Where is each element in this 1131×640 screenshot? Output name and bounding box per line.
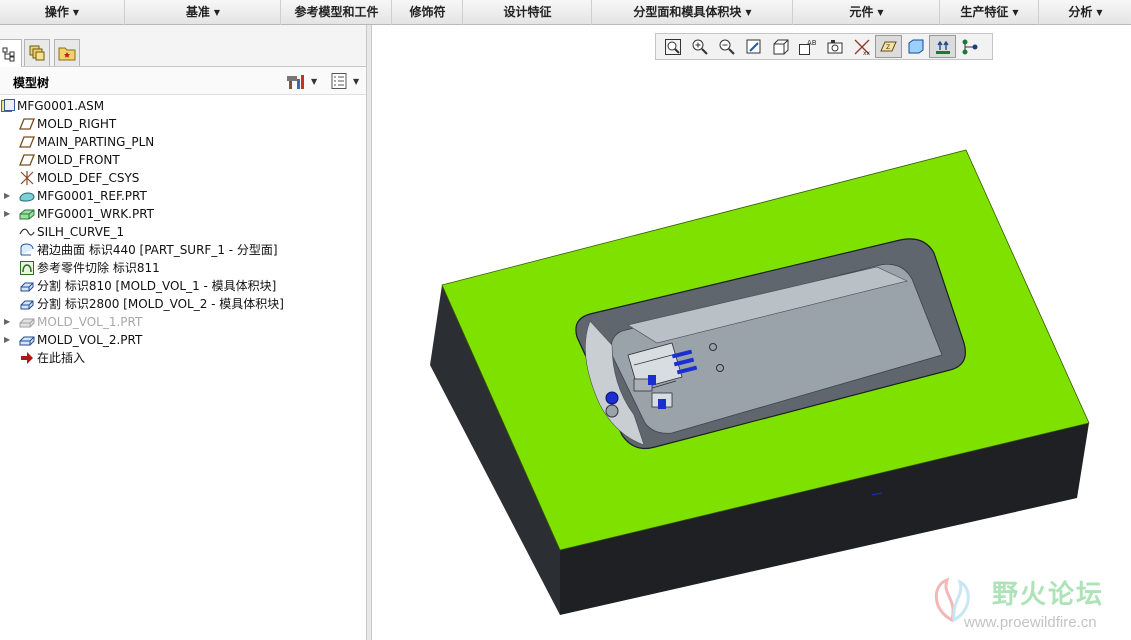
graphics-window[interactable]: AB xx Z 野火论坛 www.proewildfire.cn (372, 25, 1131, 640)
chevron-down-icon: ▼ (1096, 8, 1103, 17)
menu-analysis[interactable]: 分析 ▼ (1040, 0, 1131, 25)
tree-label: 裙边曲面 标识440 [PART_SURF_1 - 分型面] (37, 243, 278, 257)
tree-label: 参考零件切除 标识811 (37, 261, 160, 275)
tree-row-insert-here[interactable]: 在此插入 (0, 349, 366, 367)
menu-parting-surface-label: 分型面和模具体积块 (633, 5, 742, 19)
tree-row-split-2800[interactable]: 分割 标识2800 [MOLD_VOL_2 - 模具体积块] (0, 295, 366, 313)
model-tree-tab[interactable] (0, 39, 22, 67)
tree-label: MFG0001.ASM (17, 99, 105, 113)
tree-label: MOLD_DEF_CSYS (37, 171, 140, 185)
datum-plane-icon (19, 154, 35, 166)
menu-analysis-label: 分析 (1068, 5, 1093, 19)
tree-label: MOLD_VOL_2.PRT (37, 333, 143, 347)
tree-row-ref-part[interactable]: ▶ MFG0001_REF.PRT (0, 187, 366, 205)
tree-label: 在此插入 (37, 351, 86, 365)
hammer-settings-icon (287, 75, 304, 89)
expand-arrow-icon[interactable]: ▶ (4, 331, 12, 349)
tree-row-mold-vol-2[interactable]: ▶ MOLD_VOL_2.PRT (0, 331, 366, 349)
expand-arrow-icon[interactable]: ▶ (4, 187, 12, 205)
insert-here-arrow-icon (21, 352, 33, 364)
navigator-panel: 模型树 ▼ ▼ MFG0001.ASM MOLD_RIGHT MAIN_PART… (0, 25, 368, 640)
tree-row-workpiece[interactable]: ▶ MFG0001_WRK.PRT (0, 205, 366, 223)
tree-label: 分割 标识2800 [MOLD_VOL_2 - 模具体积块] (37, 297, 284, 311)
chevron-down-icon: ▼ (1012, 8, 1019, 17)
ejector-pin (605, 404, 619, 418)
chevron-down-icon: ▼ (311, 76, 318, 86)
layer-tree-tab[interactable] (24, 39, 50, 66)
mold-3d-model[interactable] (372, 25, 1131, 640)
assembly-icon (1, 99, 15, 112)
menu-operations[interactable]: 操作 ▼ (0, 0, 125, 25)
blue-slot (648, 375, 656, 385)
tree-row-mold-vol-1[interactable]: ▶ MOLD_VOL_1.PRT (0, 313, 366, 331)
mold-volume-part-icon (19, 318, 35, 328)
navigator-tabs (0, 25, 368, 67)
skirt-surface-icon (20, 243, 34, 256)
expand-arrow-icon[interactable]: ▶ (4, 205, 12, 223)
chevron-down-icon: ▼ (353, 76, 360, 86)
menu-ref-model-workpiece[interactable]: 参考模型和工件 (282, 0, 392, 25)
favorites-folder-icon (58, 47, 76, 61)
tree-row-silh-curve[interactable]: SILH_CURVE_1 (0, 223, 366, 241)
menu-production-features[interactable]: 生产特征 ▼ (941, 0, 1039, 25)
tree-label: MOLD_RIGHT (37, 117, 117, 131)
layers-icon (29, 45, 45, 61)
tree-row-assembly[interactable]: MFG0001.ASM (0, 97, 366, 115)
split-icon (20, 282, 34, 292)
list-show-icon (331, 73, 347, 89)
datum-plane-icon (19, 118, 35, 130)
menu-datum[interactable]: 基准 ▼ (126, 0, 281, 25)
csys-icon (20, 171, 34, 185)
tree-row-mold-right[interactable]: MOLD_RIGHT (0, 115, 366, 133)
menu-modifiers-label: 修饰符 (409, 5, 446, 19)
chevron-down-icon: ▼ (72, 8, 80, 17)
tree-settings-button[interactable]: ▼ (286, 71, 317, 91)
tree-label: SILH_CURVE_1 (37, 225, 125, 239)
tree-label: MFG0001_WRK.PRT (37, 207, 155, 221)
tree-row-ref-part-cutout[interactable]: 参考零件切除 标识811 (0, 259, 366, 277)
menu-ref-model-workpiece-label: 参考模型和工件 (294, 5, 379, 19)
menu-datum-label: 基准 (185, 5, 210, 19)
tree-row-mold-def-csys[interactable]: MOLD_DEF_CSYS (0, 169, 366, 187)
favorites-tab[interactable] (54, 39, 80, 66)
watermark: 野火论坛 www.proewildfire.cn (922, 570, 1131, 640)
blue-slot (658, 399, 666, 409)
tree-label: MFG0001_REF.PRT (37, 189, 147, 203)
tree-row-main-parting-pln[interactable]: MAIN_PARTING_PLN (0, 133, 366, 151)
chevron-down-icon: ▼ (745, 8, 752, 17)
menu-bar: 操作 ▼ 基准 ▼ 参考模型和工件 修饰符 设计特征 分型面和模具体积块 ▼ 元件 ▼ … (0, 0, 1131, 25)
split-icon (20, 300, 34, 310)
menu-production-features-label: 生产特征 (960, 5, 1009, 19)
ref-part-cutout-icon (20, 261, 34, 275)
tree-show-button[interactable]: ▼ (330, 71, 359, 91)
blue-pin (605, 391, 619, 405)
menu-modifiers[interactable]: 修饰符 (393, 0, 463, 25)
menu-design-features-label: 设计特征 (503, 5, 552, 19)
watermark-text: 野火论坛 (992, 580, 1105, 610)
datum-plane-icon (19, 136, 35, 148)
menu-operations-label: 操作 (44, 5, 69, 19)
workpiece-icon (19, 209, 35, 220)
tree-label: MOLD_VOL_1.PRT (37, 315, 143, 329)
model-tree-header: 模型树 ▼ ▼ (0, 67, 368, 95)
tree-label: MOLD_FRONT (37, 153, 120, 167)
tree-label: 分割 标识810 [MOLD_VOL_1 - 模具体积块] (37, 279, 277, 293)
model-tree-icon (2, 47, 15, 61)
tree-row-mold-front[interactable]: MOLD_FRONT (0, 151, 366, 169)
model-tree-title: 模型树 (13, 76, 50, 90)
menu-parting-surface-mold-volume[interactable]: 分型面和模具体积块 ▼ (593, 0, 793, 25)
watermark-url: www.proewildfire.cn (964, 614, 1097, 631)
tree-label: MAIN_PARTING_PLN (37, 135, 155, 149)
tree-row-skirt-surface[interactable]: 裙边曲面 标识440 [PART_SURF_1 - 分型面] (0, 241, 366, 259)
mold-volume-part-icon (19, 336, 35, 346)
menu-components[interactable]: 元件 ▼ (794, 0, 940, 25)
chevron-down-icon: ▼ (213, 8, 221, 17)
curve-icon (19, 228, 35, 236)
chevron-down-icon: ▼ (877, 8, 884, 17)
menu-components-label: 元件 (849, 5, 874, 19)
tree-row-split-810[interactable]: 分割 标识810 [MOLD_VOL_1 - 模具体积块] (0, 277, 366, 295)
ref-part-icon (19, 192, 35, 202)
menu-design-features[interactable]: 设计特征 (464, 0, 592, 25)
expand-arrow-icon[interactable]: ▶ (4, 313, 12, 331)
